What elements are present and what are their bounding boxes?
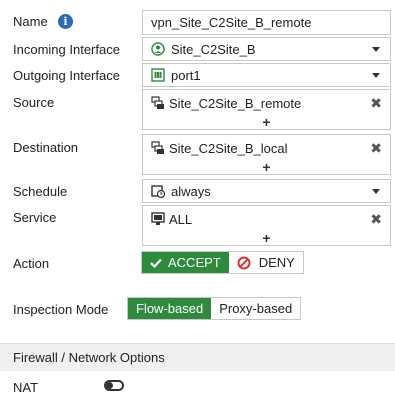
- address-object-icon: [151, 141, 165, 155]
- close-icon[interactable]: ✖: [370, 95, 382, 112]
- destination-field[interactable]: Site_C2Site_B_local ✖ +: [142, 134, 391, 175]
- service-add-button[interactable]: +: [151, 231, 382, 245]
- incoming-interface-select[interactable]: Site_C2Site_B: [142, 37, 391, 61]
- nat-toggle[interactable]: [104, 380, 124, 391]
- outgoing-interface-label: Outgoing Interface: [13, 68, 120, 83]
- check-icon: [150, 258, 162, 268]
- schedule-select[interactable]: always: [142, 179, 391, 203]
- close-icon[interactable]: ✖: [370, 211, 382, 228]
- action-label: Action: [13, 256, 50, 271]
- destination-label: Destination: [13, 140, 79, 155]
- source-field[interactable]: Site_C2Site_B_remote ✖ +: [142, 89, 391, 130]
- inspection-mode-toggle-group: Flow-based Proxy-based: [127, 297, 302, 320]
- deny-button[interactable]: DENY: [228, 252, 303, 273]
- incoming-interface-value: Site_C2Site_B: [171, 41, 256, 57]
- firewall-network-options-header: Firewall / Network Options: [0, 343, 395, 371]
- vpn-tunnel-icon: [151, 42, 165, 56]
- incoming-interface-label: Incoming Interface: [13, 42, 120, 57]
- close-icon[interactable]: ✖: [370, 140, 382, 157]
- accept-label: ACCEPT: [168, 255, 221, 270]
- name-input[interactable]: vpn_Site_C2Site_B_remote: [142, 10, 391, 35]
- name-label: Name: [13, 14, 48, 29]
- proxy-based-button[interactable]: Proxy-based: [211, 298, 301, 319]
- outgoing-interface-select[interactable]: port1: [142, 63, 391, 87]
- service-icon: [151, 212, 165, 226]
- schedule-value: always: [171, 183, 211, 199]
- chevron-down-icon: [372, 188, 380, 194]
- proxy-based-label: Proxy-based: [219, 301, 293, 316]
- chevron-down-icon: [372, 72, 380, 78]
- flow-based-button[interactable]: Flow-based: [128, 298, 212, 319]
- service-label: Service: [13, 210, 57, 225]
- chevron-down-icon: [372, 46, 380, 52]
- inspection-mode-label: Inspection Mode: [13, 302, 109, 317]
- info-icon[interactable]: i: [58, 14, 73, 29]
- port-icon: [151, 68, 165, 82]
- schedule-label: Schedule: [13, 184, 68, 199]
- accept-button[interactable]: ACCEPT: [142, 252, 229, 273]
- destination-value: Site_C2Site_B_local: [169, 140, 288, 156]
- outgoing-interface-value: port1: [171, 67, 201, 83]
- source-add-button[interactable]: +: [151, 115, 382, 129]
- flow-based-label: Flow-based: [136, 301, 204, 316]
- destination-add-button[interactable]: +: [151, 160, 382, 174]
- source-value: Site_C2Site_B_remote: [169, 95, 302, 111]
- action-toggle-group: ACCEPT DENY: [141, 251, 304, 274]
- nat-label: NAT: [13, 380, 39, 395]
- source-label: Source: [13, 95, 55, 110]
- schedule-icon: [151, 184, 166, 199]
- address-object-icon: [151, 96, 165, 110]
- service-value: ALL: [169, 211, 193, 227]
- deny-label: DENY: [258, 255, 295, 270]
- service-field[interactable]: ALL ✖ +: [142, 205, 391, 246]
- deny-icon: [237, 256, 251, 269]
